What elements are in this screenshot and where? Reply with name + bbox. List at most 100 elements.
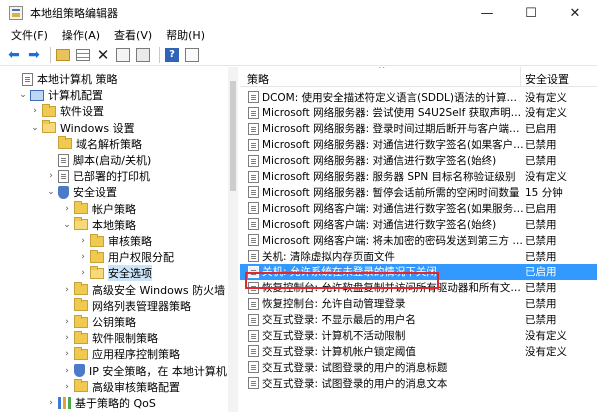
policy-row[interactable]: 关机: 清除虚拟内存页面文件 已禁用 [240,248,597,264]
menu-help[interactable]: 帮助(H) [159,27,212,43]
policy-row[interactable]: Microsoft 网络服务器: 服务器 SPN 目标名称验证级别 没有定义 [240,169,597,185]
policy-name: Microsoft 网络客户端: 对通信进行数字签名(始终) [262,218,497,231]
properties-icon[interactable] [115,47,131,63]
policy-icon [248,377,259,390]
chevron-right-icon[interactable]: › [62,284,72,296]
tree-item[interactable]: › 软件限制策略 [62,330,158,346]
chevron-right-icon[interactable]: › [46,397,56,409]
tree-item[interactable]: 域名解析策略 [46,136,142,152]
policy-name: Microsoft 网络服务器: 对通信进行数字签名(如果客户端允... [262,139,526,152]
help-icon[interactable]: ? [164,47,180,63]
back-arrow-icon[interactable]: ⬅ [6,47,22,63]
policy-row[interactable]: 恢复控制台: 允许软盘复制并访问所有驱动器和所有文件夹 已禁用 [240,280,597,296]
policy-icon [248,297,259,310]
chevron-right-icon[interactable]: › [78,235,88,247]
shield-icon [74,364,85,378]
tree-item[interactable]: › 高级安全 Windows 防火墙 [62,282,225,298]
chevron-down-icon[interactable]: ⌄ [46,186,56,198]
policy-name: 恢复控制台: 允许自动管理登录 [262,298,406,311]
policy-name: 交互式登录: 计算机不活动限制 [262,330,406,342]
export-icon[interactable] [135,47,151,63]
folder-up-icon[interactable] [55,47,71,63]
folder-icon [74,298,88,312]
column-header-setting[interactable]: 安全设置 [525,71,569,87]
forward-arrow-icon[interactable]: ➡ [26,47,42,63]
tree-item[interactable]: 网络列表管理器策略 [62,298,191,314]
tree-item[interactable]: › 应用程序控制策略 [62,346,180,362]
tree-item[interactable]: › 审核策略 [78,233,152,249]
tree-item[interactable]: 本地计算机 策略 [10,71,118,87]
scrollbar-thumb[interactable] [230,81,236,191]
policy-row[interactable]: Microsoft 网络服务器: 尝试使用 S4U2Self 获取声明信息 没有定… [240,105,597,121]
close-button[interactable]: ✕ [553,0,597,26]
policy-list: 策略 ^ 安全设置 DCOM: 使用安全描述符定义语言(SDDL)语法的计算机启… [240,67,597,412]
tree-item[interactable]: › 软件设置 [30,103,104,119]
tree-item-label: 高级审核策略配置 [92,380,180,394]
chevron-right-icon[interactable]: › [62,365,72,377]
policy-row[interactable]: 交互式登录: 计算机不活动限制 没有定义 [240,328,597,344]
tree-item[interactable]: › 已部署的打印机 [46,168,150,184]
menu-view[interactable]: 查看(V) [107,27,159,43]
tree-item[interactable]: › 基于策略的 QoS [46,395,156,411]
policy-name: 关机: 清除虚拟内存页面文件 [262,250,395,263]
policy-row[interactable]: 恢复控制台: 允许自动管理登录 已禁用 [240,296,597,312]
tree-item[interactable]: › 帐户策略 [62,201,136,217]
chevron-down-icon[interactable]: ⌄ [62,219,72,231]
policy-row[interactable]: Microsoft 网络客户端: 对通信进行数字签名(始终) 已禁用 [240,216,597,232]
tree-item[interactable]: 脚本(启动/关机) [46,152,151,168]
chevron-down-icon[interactable]: ⌄ [18,89,28,101]
tree-item[interactable]: › 公钥策略 [62,314,136,330]
policy-row[interactable]: Microsoft 网络服务器: 对通信进行数字签名(如果客户端允... 已禁用 [240,137,597,153]
policy-row[interactable]: 关机: 允许系统在未登录的情况下关闭 已启用 [240,263,597,280]
filter-icon[interactable] [184,47,200,63]
policy-tree: 本地计算机 策略 ⌄ 计算机配置 › 软件设置 ⌄ Windows 设置 域名解析策略 脚本(启… [0,67,238,412]
maximize-button[interactable]: ☐ [509,0,553,26]
tree-item[interactable]: ⌄ Windows 设置 [30,120,135,136]
chevron-right-icon[interactable]: › [46,170,56,182]
minimize-button[interactable]: — [465,0,509,26]
tree-item-label: 本地计算机 策略 [37,73,118,86]
chevron-right-icon[interactable]: › [62,332,72,344]
policy-icon [248,313,259,326]
column-divider[interactable] [520,67,521,87]
folder-open-icon [90,265,104,279]
chevron-right-icon[interactable]: › [78,267,88,279]
menu-action[interactable]: 操作(A) [55,27,107,43]
tree-item[interactable]: ⌄ 计算机配置 [18,87,103,103]
list-icon[interactable] [75,47,91,63]
policy-row[interactable]: Microsoft 网络客户端: 将未加密的密码发送到第三方 SMB... 已禁用 [240,232,597,248]
policy-row[interactable]: 交互式登录: 试图登录的用户的消息标题 [240,359,597,375]
delete-icon[interactable]: ✕ [95,46,111,64]
tree-item[interactable]: ⌄ 安全设置 [46,184,117,200]
chevron-right-icon[interactable]: › [62,316,72,328]
tree-item[interactable]: › 高级审核策略配置 [62,379,180,395]
chevron-right-icon[interactable]: › [62,381,72,393]
chevron-right-icon[interactable]: › [62,348,72,360]
tree-item-label: Windows 设置 [60,121,135,135]
chevron-right-icon[interactable]: › [78,251,88,263]
tree-item[interactable]: ⌄ 本地策略 [62,217,136,233]
chevron-down-icon[interactable]: ⌄ [30,122,40,134]
policy-row[interactable]: Microsoft 网络服务器: 登录时间过期后断开与客户端的连接 已启用 [240,121,597,137]
policy-row[interactable]: 交互式登录: 试图登录的用户的消息文本 [240,375,597,391]
tree-scrollbar[interactable] [228,67,238,412]
policy-name: Microsoft 网络服务器: 尝试使用 S4U2Self 获取声明信息 [262,107,526,120]
policy-row[interactable]: Microsoft 网络服务器: 对通信进行数字签名(始终) 已禁用 [240,153,597,169]
policy-row[interactable]: 交互式登录: 不显示最后的用户名 已禁用 [240,312,597,328]
document-icon [58,153,69,167]
tree-item[interactable]: › 用户权限分配 [78,249,174,265]
tree-item[interactable]: › 安全选项 [78,265,152,282]
policy-row[interactable]: Microsoft 网络服务器: 暂停会话前所需的空闲时间数量 15 分钟 [240,184,597,200]
tree-item[interactable]: › IP 安全策略，在 本地计算机 [62,363,227,379]
chevron-right-icon[interactable]: › [30,105,40,117]
menu-file[interactable]: 文件(F) [4,27,55,43]
policy-row[interactable]: DCOM: 使用安全描述符定义语言(SDDL)语法的计算机启动... 没有定义 [240,89,597,105]
policy-icon [248,122,259,135]
policy-row[interactable]: 交互式登录: 计算机帐户锁定阈值 没有定义 [240,343,597,359]
column-header-policy[interactable]: 策略 [247,71,269,87]
policy-row[interactable]: Microsoft 网络客户端: 对通信进行数字签名(如果服务器允... 已启用 [240,200,597,216]
chevron-right-icon[interactable]: › [62,203,72,215]
tree-item-label: 软件设置 [60,105,104,119]
policy-icon [248,186,259,199]
